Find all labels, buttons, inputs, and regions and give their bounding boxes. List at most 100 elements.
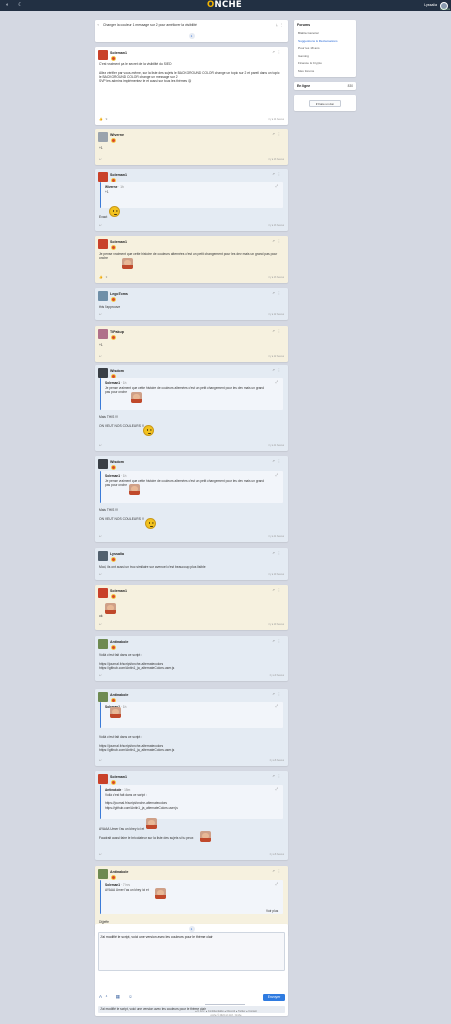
footer-copyright: onche © 2024 v2.11.8 · Onche — [210, 1015, 242, 1017]
author-name[interactable]: Wisdom — [110, 460, 124, 465]
online-count: 830 — [347, 84, 353, 89]
post-actions[interactable]: ↗⋮ — [272, 774, 283, 778]
topic-actions[interactable]: ⤓⋮ — [276, 23, 285, 27]
post-actions[interactable]: ↗⋮ — [272, 291, 283, 295]
sticker-image — [155, 888, 166, 899]
author-name[interactable]: Soleman1 — [110, 173, 127, 178]
author-avatar[interactable] — [98, 329, 108, 339]
menu-icon[interactable]: ◐ — [6, 2, 9, 9]
author-name[interactable]: Antinakole — [110, 693, 128, 698]
author-name[interactable]: Antinakole — [110, 640, 128, 645]
footer-links[interactable]: ● C.G.U. ● Confidentialité ● Discord ● T… — [146, 1010, 306, 1013]
post-text-line: Voilà c'est fait dans ce script : — [99, 735, 143, 739]
post-actions[interactable]: ↗⋮ — [272, 869, 283, 873]
post-actions[interactable]: ↗⋮ — [272, 368, 283, 372]
author-avatar[interactable] — [98, 639, 108, 649]
back-icon[interactable]: ‹ — [98, 23, 99, 28]
post-text-line: Exact — [99, 215, 108, 219]
post-text-line: SVP les admins implémentez le et aussi s… — [99, 79, 192, 84]
forum-link[interactable]: Mes forums — [298, 69, 314, 73]
author-name[interactable]: Soleman1 — [110, 589, 127, 594]
reply-icon[interactable]: ↩ — [99, 758, 103, 763]
post-text-line: Allez vérifier par vous-même, sur la lis… — [99, 70, 280, 79]
author-name[interactable]: TiPakup — [110, 330, 124, 335]
forum-post: Antinakole ↗⋮ Soleman1 · 1h⤢ Voilà c'est fa… — [95, 689, 288, 766]
reply-icon[interactable]: ↩ — [99, 443, 103, 448]
reply-icon[interactable]: ↩ — [99, 572, 103, 577]
post-actions[interactable]: ↗⋮ — [272, 639, 283, 643]
reply-icon[interactable]: ↩ — [99, 157, 103, 162]
reply-icon[interactable]: ↩ — [99, 312, 103, 317]
post-actions[interactable]: ↗⋮ — [272, 50, 283, 54]
post-actions[interactable]: ↗⋮ — [272, 239, 283, 243]
quote-arrow-icon[interactable]: ⤢ — [275, 882, 278, 886]
reply-icon[interactable]: ↩ — [99, 622, 103, 627]
quote-arrow-icon[interactable]: ⤢ — [275, 787, 278, 791]
reaction-count[interactable]: 👍 3 — [99, 275, 108, 280]
reply-icon[interactable]: ↩ — [99, 673, 103, 678]
reaction-count[interactable]: 👍 9 — [99, 117, 108, 122]
post-actions[interactable]: ↗⋮ — [272, 172, 283, 176]
author-avatar[interactable] — [98, 239, 108, 249]
author-avatar[interactable] — [98, 588, 108, 598]
author-avatar[interactable] — [98, 50, 108, 60]
author-avatar[interactable] — [98, 774, 108, 784]
donate-label: Faire un don — [318, 101, 335, 106]
forum-link[interactable]: Pour les 18 ans — [298, 46, 320, 50]
author-avatar[interactable] — [98, 692, 108, 702]
reply-icon[interactable]: ↩ — [99, 354, 103, 359]
quote-arrow-icon[interactable]: ⤢ — [275, 184, 278, 188]
author-avatar[interactable] — [98, 551, 108, 561]
sticker-image — [110, 707, 121, 718]
post-date: il y a 9 heures — [269, 675, 284, 678]
forum-link[interactable]: Finance & Crypto — [298, 61, 322, 65]
author-avatar[interactable] — [98, 172, 108, 182]
send-button[interactable]: Envoyer — [263, 994, 285, 1001]
reply-text[interactable]: J'ai modifié le script, voici une versio… — [100, 935, 213, 939]
author-name[interactable]: Soleman1 — [110, 51, 127, 56]
author-name[interactable]: Lyssalia — [110, 552, 124, 557]
reply-icon[interactable]: ↩ — [99, 534, 103, 539]
theme-toggle-icon[interactable]: ☾ — [18, 2, 22, 9]
forum-post: Soleman1 ↗⋮ Wiverne · 1h ⤢ +1 Exact ↩ il y a 13… — [95, 169, 288, 231]
author-name[interactable]: Soleman1 — [110, 775, 127, 780]
author-avatar[interactable] — [98, 291, 108, 301]
author-name[interactable]: Soleman1 — [110, 240, 127, 245]
forum-post: Lyssalia ↗⋮ Mod, ils ont aussi un truc sim… — [95, 548, 288, 580]
quote-arrow-icon[interactable]: ⤢ — [275, 704, 278, 708]
author-avatar[interactable] — [98, 869, 108, 879]
quote-arrow-icon[interactable]: ⤢ — [275, 473, 278, 477]
donate-button[interactable]: ♥ Faire un don — [309, 99, 341, 107]
author-avatar[interactable] — [98, 459, 108, 469]
site-logo[interactable]: ONCHE — [207, 0, 242, 11]
editor-toolbar[interactable]: A⁴ ▦ ☺ — [99, 994, 136, 1000]
author-name[interactable]: LegoToms — [110, 292, 128, 297]
rank-badge — [110, 137, 116, 143]
post-actions[interactable]: ↗⋮ — [272, 459, 283, 463]
reply-icon[interactable]: ↩ — [99, 223, 103, 228]
rank-badge — [110, 334, 116, 340]
see-more-link[interactable]: Voir plus — [266, 909, 286, 913]
post-actions[interactable]: ↗⋮ — [272, 588, 283, 592]
quote-arrow-icon[interactable]: ⤢ — [275, 380, 278, 384]
forum-link-active[interactable]: Suggestions & Réclamations — [298, 39, 338, 43]
rank-badge — [110, 874, 116, 880]
author-name[interactable]: Wiverne — [110, 133, 124, 138]
post-date: il y a 10 heures — [268, 624, 284, 627]
reply-icon[interactable]: ↩ — [99, 852, 103, 857]
forum-link[interactable]: Gaming — [298, 54, 309, 58]
author-avatar[interactable] — [98, 368, 108, 378]
post-actions[interactable]: ↗⋮ — [272, 692, 283, 696]
post-actions[interactable]: ↗⋮ — [272, 329, 283, 333]
smiley-sticker — [145, 518, 156, 529]
author-name[interactable]: Antinakole — [110, 870, 128, 875]
pagination-page[interactable]: 1 — [188, 925, 195, 932]
author-avatar[interactable] — [98, 132, 108, 142]
username[interactable]: Lyssalia — [424, 3, 437, 8]
sticker-image — [200, 831, 211, 842]
post-actions[interactable]: ↗⋮ — [272, 551, 283, 555]
forum-link[interactable]: Blabla Général — [298, 31, 318, 35]
pagination-page[interactable]: 1 — [188, 33, 195, 39]
author-name[interactable]: Wisdom — [110, 369, 124, 374]
post-actions[interactable]: ↗⋮ — [272, 132, 283, 136]
